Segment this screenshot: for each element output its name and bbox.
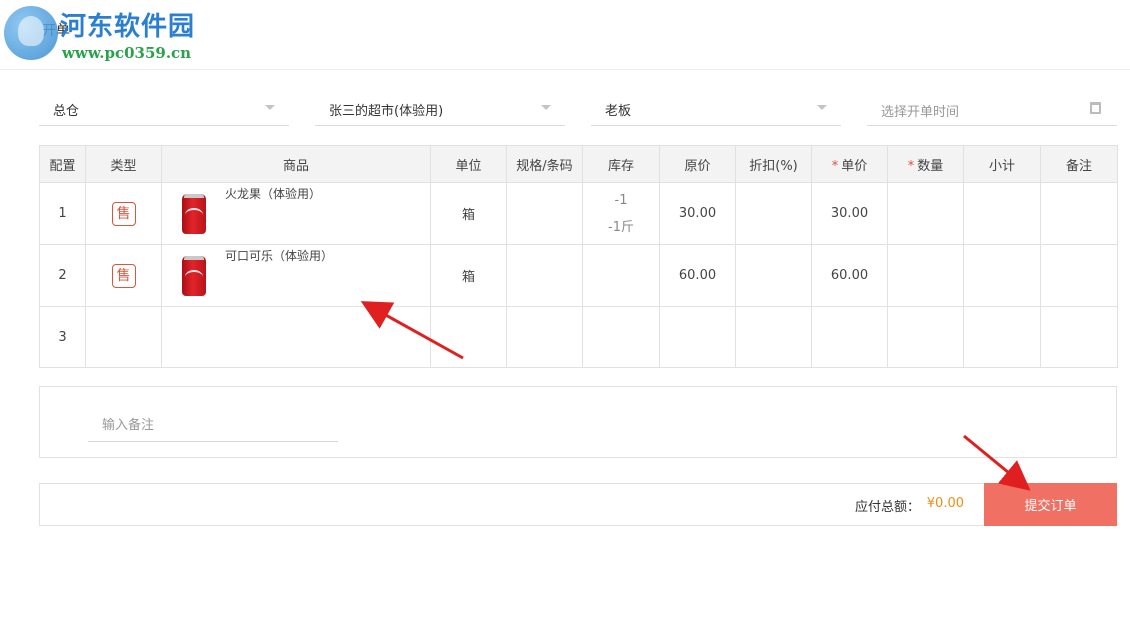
col-qty-label: 数量 (917, 158, 944, 174)
orig-price-cell: 30.00 (659, 182, 736, 245)
type-cell (85, 306, 162, 368)
note-cell[interactable] (1040, 244, 1118, 307)
discount-cell[interactable] (735, 244, 812, 307)
operator-value: 老板 (605, 104, 632, 119)
row-index: 1 (39, 182, 86, 245)
watermark-url: www.pc0359.cn (62, 44, 192, 62)
product-cell[interactable]: 火龙果（体验用） (161, 182, 431, 245)
orig-price-cell: 60.00 (659, 244, 736, 307)
chevron-down-icon (541, 105, 551, 110)
note-cell[interactable] (1040, 182, 1118, 245)
product-name: 火龙果（体验用） (225, 187, 322, 201)
store-select[interactable]: 张三的超市(体验用) (315, 92, 565, 126)
chevron-down-icon (817, 105, 827, 110)
stock-cell (582, 244, 660, 307)
product-cell[interactable] (161, 306, 431, 368)
qty-cell[interactable] (887, 182, 964, 245)
stock-cell (582, 306, 660, 368)
col-spec: 规格/条码 (506, 145, 583, 183)
subtotal-cell (963, 306, 1041, 368)
remark-section (39, 386, 1117, 458)
stock-qty: -1 (614, 192, 628, 208)
type-cell: 售 (85, 244, 162, 307)
top-bar: 开单 河东软件园 www.pc0359.cn (0, 0, 1130, 70)
cola-can-icon (182, 256, 206, 296)
watermark-logo: 河东软件园 www.pc0359.cn (4, 4, 204, 64)
required-mark: * (831, 158, 839, 174)
remark-input[interactable] (88, 409, 338, 442)
spec-cell (506, 182, 583, 245)
chevron-down-icon (265, 105, 275, 110)
col-type: 类型 (85, 145, 162, 183)
discount-cell[interactable] (735, 182, 812, 245)
note-cell[interactable] (1040, 306, 1118, 368)
col-note: 备注 (1040, 145, 1118, 183)
warehouse-value: 总仓 (53, 104, 80, 119)
col-unit-price: * 单价 (811, 145, 888, 183)
calendar-icon[interactable] (1090, 102, 1101, 114)
total-amount: ¥0.00 (926, 496, 964, 511)
col-unit: 单位 (430, 145, 507, 183)
table-row: 3 (39, 306, 1118, 368)
type-cell: 售 (85, 182, 162, 245)
total-label: 应付总额： (854, 500, 920, 515)
operator-select[interactable]: 老板 (591, 92, 841, 126)
subtotal-cell (963, 244, 1041, 307)
table-row: 2 售 可口可乐（体验用） 箱 60.00 60.00 (39, 244, 1118, 307)
col-config[interactable]: 配置 (39, 145, 86, 183)
row-index: 3 (39, 306, 86, 368)
unit-price-cell[interactable] (811, 306, 888, 368)
spec-cell (506, 244, 583, 307)
col-qty: * 数量 (887, 145, 964, 183)
table-header: 配置 类型 商品 单位 规格/条码 库存 原价 折扣(%) * 单价 * 数量 小计… (39, 145, 1118, 183)
order-footer: 应付总额： ¥0.00 提交订单 (39, 483, 1117, 526)
product-name: 可口可乐（体验用） (225, 249, 334, 263)
row-index: 2 (39, 244, 86, 307)
date-picker[interactable]: 选择开单时间 (867, 92, 1117, 126)
cola-can-icon (182, 194, 206, 234)
sale-badge: 售 (111, 201, 136, 226)
qty-cell[interactable] (887, 244, 964, 307)
table-row: 1 售 火龙果（体验用） 箱 -1 -1斤 30.00 30.00 (39, 182, 1118, 245)
col-orig-price: 原价 (659, 145, 736, 183)
unit-price-cell[interactable]: 30.00 (811, 182, 888, 245)
subtotal-cell (963, 182, 1041, 245)
spec-cell (506, 306, 583, 368)
col-stock: 库存 (582, 145, 660, 183)
submit-order-button[interactable]: 提交订单 (984, 483, 1117, 526)
sale-badge: 售 (111, 263, 136, 288)
store-value: 张三的超市(体验用) (329, 104, 444, 119)
col-discount: 折扣(%) (735, 145, 812, 183)
date-placeholder: 选择开单时间 (881, 105, 960, 120)
col-unit-price-label: 单价 (841, 158, 868, 174)
stock-qty-alt: -1斤 (608, 219, 634, 235)
orig-price-cell (659, 306, 736, 368)
qty-cell[interactable] (887, 306, 964, 368)
watermark-icon (4, 6, 58, 60)
product-cell[interactable]: 可口可乐（体验用） (161, 244, 431, 307)
watermark-title: 河东软件园 (60, 12, 196, 42)
filter-row: 总仓 张三的超市(体验用) 老板 选择开单时间 (0, 92, 1130, 126)
col-subtotal: 小计 (963, 145, 1041, 183)
required-mark: * (907, 158, 915, 174)
col-product: 商品 (161, 145, 431, 183)
stock-cell: -1 -1斤 (582, 182, 660, 245)
discount-cell[interactable] (735, 306, 812, 368)
unit-cell[interactable] (430, 306, 507, 368)
unit-cell[interactable]: 箱 (430, 182, 507, 245)
warehouse-select[interactable]: 总仓 (39, 92, 289, 126)
unit-price-cell[interactable]: 60.00 (811, 244, 888, 307)
unit-cell[interactable]: 箱 (430, 244, 507, 307)
order-table: 配置 类型 商品 单位 规格/条码 库存 原价 折扣(%) * 单价 * 数量 小计… (39, 145, 1118, 368)
